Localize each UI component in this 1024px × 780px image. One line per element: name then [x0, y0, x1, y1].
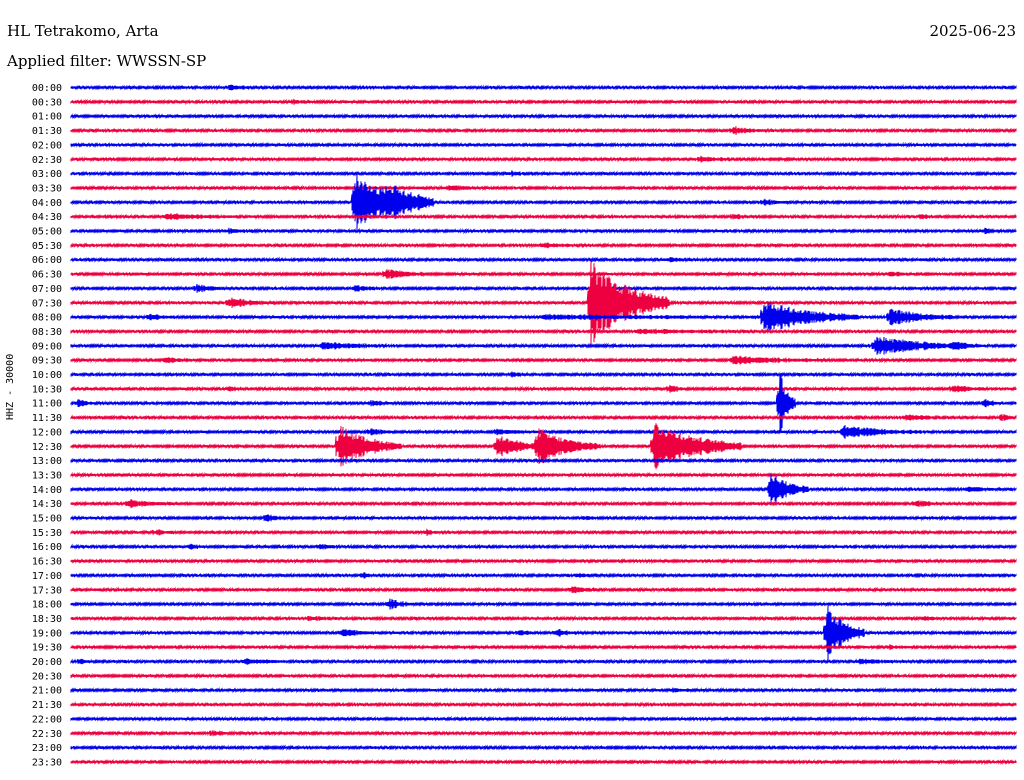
trace-line-0200	[70, 141, 1017, 149]
trace-line-1500	[70, 514, 1017, 522]
time-tick-label: 13:30	[32, 470, 62, 481]
time-tick-label: 21:00	[32, 686, 62, 697]
time-tick-label: 12:00	[32, 427, 62, 438]
trace-line-0500	[70, 227, 1017, 235]
trace-line-2130	[70, 701, 1017, 708]
time-tick-label: 12:30	[32, 442, 62, 453]
time-tick-label: 10:00	[32, 370, 62, 381]
time-tick-label: 15:00	[32, 514, 62, 525]
trace-line-0700	[70, 283, 1017, 293]
trace-line-1730	[70, 586, 1017, 594]
time-tick-label: 23:30	[32, 757, 62, 768]
trace-line-1130	[70, 414, 1017, 422]
trace-line-2200	[70, 715, 1017, 723]
time-tick-label: 02:30	[32, 155, 62, 166]
trace-line-0900	[70, 336, 1017, 355]
trace-line-1400	[70, 474, 1017, 505]
time-tick-label: 11:00	[32, 399, 62, 410]
time-tick-label: 16:30	[32, 557, 62, 568]
time-tick-label: 19:00	[32, 628, 62, 639]
time-tick-label: 00:00	[32, 83, 62, 94]
trace-line-1630	[70, 557, 1017, 565]
time-tick-label: 04:00	[32, 198, 62, 209]
trace-line-0430	[70, 213, 1017, 221]
tick-label-layer: 00:00 00:30 01:00 01:30 02:00 02:30 03:00 03:30…	[32, 83, 62, 768]
time-tick-label: 09:00	[32, 341, 62, 352]
trace-line-0800	[70, 302, 1017, 332]
trace-line-2030	[70, 672, 1017, 680]
time-tick-label: 15:30	[32, 528, 62, 539]
trace-line-0400	[70, 174, 1017, 231]
time-tick-label: 17:00	[32, 571, 62, 582]
time-tick-label: 05:30	[32, 241, 62, 252]
trace-line-0030	[70, 98, 1017, 106]
trace-line-0930	[70, 355, 1017, 365]
trace-line-1100	[70, 373, 1017, 433]
trace-line-2230	[70, 729, 1017, 737]
time-tick-label: 02:00	[32, 140, 62, 151]
trace-line-1930	[70, 643, 1017, 651]
time-tick-label: 16:00	[32, 542, 62, 553]
time-tick-label: 08:00	[32, 313, 62, 324]
time-tick-label: 09:30	[32, 356, 62, 367]
trace-line-1900	[70, 605, 1017, 660]
time-tick-label: 07:00	[32, 284, 62, 295]
trace-line-1030	[70, 384, 1017, 393]
time-tick-label: 06:00	[32, 255, 62, 266]
time-tick-label: 18:00	[32, 600, 62, 611]
time-tick-label: 06:30	[32, 270, 62, 281]
trace-line-2100	[70, 686, 1017, 694]
time-tick-label: 22:00	[32, 714, 62, 725]
time-tick-label: 19:30	[32, 643, 62, 654]
time-tick-label: 03:00	[32, 169, 62, 180]
trace-line-0230	[70, 155, 1017, 163]
trace-line-0330	[70, 184, 1017, 192]
trace-line-0130	[70, 126, 1017, 135]
time-tick-label: 00:30	[32, 97, 62, 108]
time-tick-label: 13:00	[32, 456, 62, 467]
time-tick-label: 18:30	[32, 614, 62, 625]
time-tick-label: 05:00	[32, 227, 62, 238]
helicorder-plot: 00:00 00:30 01:00 01:30 02:00 02:30 03:00 03:30…	[32, 83, 1017, 768]
trace-layer	[70, 84, 1017, 766]
time-tick-label: 03:30	[32, 183, 62, 194]
trace-line-1830	[70, 615, 1017, 622]
trace-line-0100	[70, 112, 1017, 120]
time-tick-label: 01:30	[32, 126, 62, 137]
time-tick-label: 10:30	[32, 384, 62, 395]
trace-line-1600	[70, 543, 1017, 551]
time-tick-label: 14:00	[32, 485, 62, 496]
trace-line-1330	[70, 471, 1017, 479]
time-tick-label: 23:00	[32, 743, 62, 754]
time-tick-label: 04:30	[32, 212, 62, 223]
time-tick-label: 14:30	[32, 499, 62, 510]
time-tick-label: 01:00	[32, 112, 62, 123]
time-tick-label: 08:30	[32, 327, 62, 338]
trace-line-1300	[70, 457, 1017, 464]
trace-line-0630	[70, 269, 1017, 279]
trace-line-0300	[70, 170, 1017, 177]
time-tick-label: 22:30	[32, 729, 62, 740]
time-tick-label: 11:30	[32, 413, 62, 424]
time-tick-label: 20:30	[32, 671, 62, 682]
time-tick-label: 20:00	[32, 657, 62, 668]
trace-line-1800	[70, 598, 1017, 610]
time-tick-label: 17:30	[32, 585, 62, 596]
trace-line-1530	[70, 528, 1017, 536]
trace-line-1000	[70, 371, 1017, 378]
trace-line-0530	[70, 242, 1017, 249]
trace-line-0600	[70, 256, 1017, 264]
time-tick-label: 21:30	[32, 700, 62, 711]
trace-line-2300	[70, 744, 1017, 751]
trace-line-1430	[70, 499, 1017, 509]
trace-line-1700	[70, 572, 1017, 579]
trace-line-2000	[70, 658, 1017, 665]
trace-line-0830	[70, 328, 1017, 335]
time-tick-label: 07:30	[32, 298, 62, 309]
trace-line-2330	[70, 758, 1017, 766]
trace-line-0000	[70, 84, 1017, 91]
